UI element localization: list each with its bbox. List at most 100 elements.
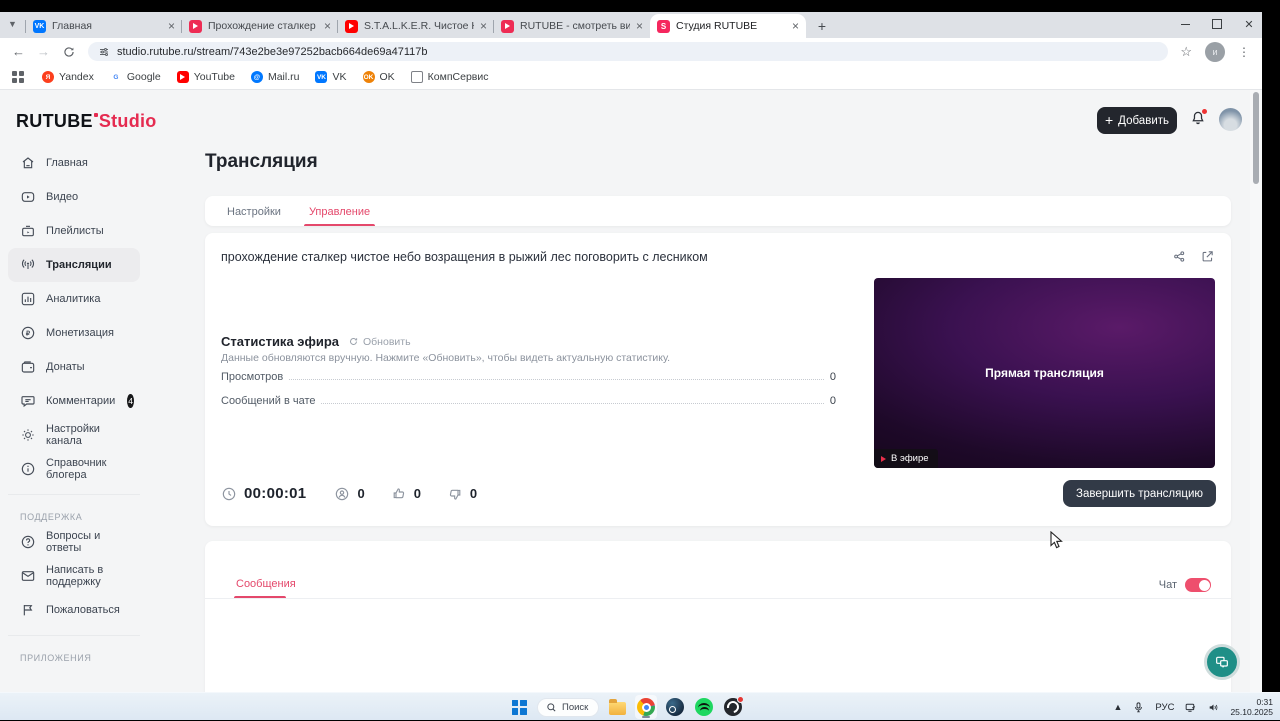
apps-grid-icon[interactable] xyxy=(12,71,24,83)
browser-menu-icon[interactable]: ⋮ xyxy=(1238,45,1250,59)
microphone-icon[interactable] xyxy=(1132,701,1145,714)
browser-tab-youtube[interactable]: S.T.A.L.K.E.R. Чистое Небо Пр × xyxy=(337,14,494,38)
tab-search-caret-icon[interactable]: ▼ xyxy=(8,19,17,29)
minimize-icon[interactable] xyxy=(1178,24,1192,25)
live-play-icon xyxy=(881,455,886,462)
sidebar-item-contact-support[interactable]: Написать в поддержку xyxy=(8,559,140,593)
start-button[interactable] xyxy=(508,695,530,719)
bookmark-google[interactable]: G Google xyxy=(110,71,160,83)
dotted-leader xyxy=(289,379,824,380)
stream-title: прохождение сталкер чистое небо возращен… xyxy=(221,250,708,264)
sidebar-item-label: Трансляции xyxy=(46,259,112,271)
scrollbar-thumb[interactable] xyxy=(1253,92,1259,184)
tab-close-icon[interactable]: × xyxy=(324,20,331,32)
browser-tab-studio-active[interactable]: S Студия RUTUBE × xyxy=(650,14,806,38)
sidebar-item-blogger-guide[interactable]: Справочник блогера xyxy=(8,452,140,486)
maximize-icon[interactable] xyxy=(1210,19,1224,29)
tab-close-icon[interactable]: × xyxy=(480,20,487,32)
dislikes-count: 0 xyxy=(469,486,478,501)
file-explorer-button[interactable] xyxy=(606,695,628,719)
sidebar-item-clipped[interactable] xyxy=(0,666,148,676)
rutube-favicon xyxy=(501,19,514,33)
share-icon[interactable] xyxy=(1172,249,1187,264)
bookmark-youtube[interactable]: YouTube xyxy=(176,71,235,83)
broadcast-icon xyxy=(22,259,34,269)
browser-tab-rutube-stream[interactable]: Прохождение сталкер чисто × xyxy=(181,14,338,38)
rutube-studio-logo[interactable]: RUTUBE Studio xyxy=(16,111,157,132)
network-icon[interactable] xyxy=(1184,701,1197,714)
wallet-icon xyxy=(21,361,35,373)
sidebar-item-report[interactable]: Пожаловаться xyxy=(8,593,140,627)
sidebar-item-label: Написать в поддержку xyxy=(46,564,104,588)
close-window-icon[interactable]: ✕ xyxy=(1242,18,1256,31)
browser-tab-vk[interactable]: VK Главная × xyxy=(25,14,182,38)
sidebar-item-analytics[interactable]: Аналитика xyxy=(8,282,140,316)
site-settings-icon[interactable] xyxy=(98,46,110,58)
browser-profile-avatar[interactable]: и xyxy=(1205,41,1225,62)
tray-time: 0:31 xyxy=(1256,696,1273,707)
tab-settings[interactable]: Настройки xyxy=(227,206,281,226)
sidebar-item-faq[interactable]: Вопросы и ответы xyxy=(8,525,140,559)
sidebar-item-streams[interactable]: Трансляции xyxy=(8,248,140,282)
sidebar-item-video[interactable]: Видео xyxy=(8,180,140,214)
tab-close-icon[interactable]: × xyxy=(168,20,175,32)
back-icon[interactable]: ← xyxy=(12,44,25,59)
chat-toggle-control: Чат xyxy=(1159,578,1211,592)
window-controls: ✕ xyxy=(1178,14,1256,34)
clock-datetime[interactable]: 0:31 25.10.2025 xyxy=(1230,697,1273,717)
bookmark-vk[interactable]: VK VK xyxy=(315,71,347,83)
speaker-icon[interactable] xyxy=(1207,701,1220,714)
bookmark-star-icon[interactable]: ☆ xyxy=(1180,44,1192,60)
notifications-bell[interactable] xyxy=(1189,109,1207,129)
new-tab-button[interactable]: + xyxy=(812,16,832,36)
sidebar-item-donations[interactable]: Донаты xyxy=(8,350,140,384)
feedback-chat-fab[interactable] xyxy=(1204,644,1240,680)
bookmark-mailru[interactable]: @ Mail.ru xyxy=(250,71,299,83)
tab-title: RUTUBE - смотреть видео он xyxy=(520,20,630,32)
end-stream-button[interactable]: Завершить трансляцию xyxy=(1063,480,1216,507)
bookmark-yandex[interactable]: Я Yandex xyxy=(42,71,94,83)
tab-messages[interactable]: Сообщения xyxy=(236,578,296,590)
thumbs-up-icon[interactable] xyxy=(391,486,407,502)
sidebar-item-monetization[interactable]: ₽ Монетизация xyxy=(8,316,140,350)
tab-close-icon[interactable]: × xyxy=(636,20,643,32)
spotify-button[interactable] xyxy=(693,695,715,719)
sidebar-item-channel-settings[interactable]: Настройки канала xyxy=(8,418,140,452)
bookmark-ok[interactable]: OK OK xyxy=(362,71,395,83)
tab-management[interactable]: Управление xyxy=(303,206,376,226)
taskbar-center: Поиск xyxy=(508,693,745,721)
app-icon xyxy=(20,675,36,676)
taskbar-search[interactable]: Поиск xyxy=(537,697,600,717)
stats-header: Статистика эфира Обновить xyxy=(221,334,411,349)
open-external-icon[interactable] xyxy=(1200,249,1215,264)
add-button[interactable]: Добавить xyxy=(1097,107,1177,134)
obs-button[interactable] xyxy=(722,695,745,719)
main-content: Трансляция Настройки Управление прохожде… xyxy=(148,146,1250,692)
bookmark-kompservis[interactable]: КомпСервис xyxy=(410,71,489,83)
stats-title: Статистика эфира xyxy=(221,334,339,349)
language-indicator[interactable]: РУС xyxy=(1155,702,1174,713)
forward-icon[interactable]: → xyxy=(37,44,50,59)
chat-toggle[interactable] xyxy=(1185,578,1211,592)
steam-button[interactable] xyxy=(664,695,686,719)
reload-icon[interactable] xyxy=(62,45,76,59)
url-bar[interactable]: studio.rutube.ru/stream/743e2be3e97252ba… xyxy=(88,42,1169,61)
bookmark-label: Yandex xyxy=(59,71,94,83)
tab-close-icon[interactable]: × xyxy=(792,20,799,32)
stream-preview[interactable]: Прямая трансляция В эфире xyxy=(874,278,1215,468)
search-label: Поиск xyxy=(562,701,589,713)
refresh-link[interactable]: Обновить xyxy=(348,336,411,348)
channel-avatar[interactable] xyxy=(1219,108,1242,131)
tray-chevron-icon[interactable]: ▲ xyxy=(1114,702,1123,712)
tab-title: Прохождение сталкер чисто xyxy=(208,20,318,32)
ruble-icon: ₽ xyxy=(21,326,35,340)
browser-tab-rutube-home[interactable]: RUTUBE - смотреть видео он × xyxy=(493,14,650,38)
sidebar-item-comments[interactable]: Комментарии 4 xyxy=(8,384,140,418)
screen-edge xyxy=(1262,0,1280,692)
page-scrollbar[interactable] xyxy=(1250,90,1262,692)
thumbs-down-icon[interactable] xyxy=(447,486,463,502)
chrome-button[interactable] xyxy=(635,695,658,719)
vk-favicon: VK xyxy=(33,19,46,33)
sidebar-item-home[interactable]: Главная xyxy=(8,146,140,180)
sidebar-item-playlists[interactable]: Плейлисты xyxy=(8,214,140,248)
